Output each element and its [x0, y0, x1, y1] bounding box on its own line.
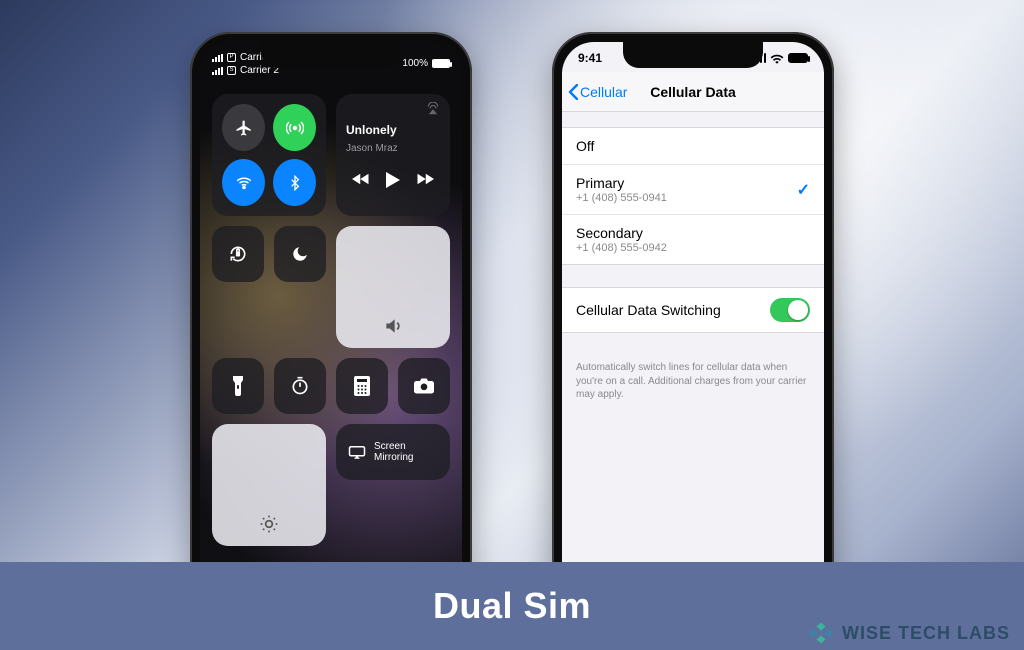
caption-text: Dual Sim	[433, 585, 591, 627]
signal-bars-icon	[212, 67, 223, 75]
phone-mock-settings: 9:41 Cellular	[552, 32, 834, 617]
brand-logo-icon	[808, 620, 834, 646]
checkmark-icon: ✓	[797, 180, 810, 200]
phone-mock-control-center: P Carrier LTE S Carrier 2 100%	[190, 32, 472, 617]
option-secondary[interactable]: Secondary +1 (408) 555-0942	[562, 215, 824, 264]
airplay-icon[interactable]	[426, 102, 440, 116]
now-playing-artist: Jason Mraz	[346, 143, 398, 154]
antenna-icon	[286, 119, 304, 137]
calculator-button[interactable]	[336, 358, 388, 414]
now-playing-title: Unlonely	[346, 123, 397, 137]
signal-bars-icon	[212, 54, 223, 62]
sim-badge-secondary: S	[227, 66, 236, 75]
bluetooth-toggle[interactable]	[273, 159, 316, 206]
battery-icon	[788, 53, 808, 63]
brand-watermark: WISE TECH LABS	[808, 620, 1010, 646]
sun-icon	[259, 514, 279, 534]
screen-mirroring-button[interactable]: Screen Mirroring	[336, 424, 450, 480]
status-time: 9:41	[578, 51, 602, 65]
airplane-mode-toggle[interactable]	[222, 104, 265, 151]
brand-text: WISE TECH LABS	[842, 623, 1010, 644]
wifi-toggle[interactable]	[222, 159, 265, 206]
rotation-lock-icon	[228, 244, 248, 264]
screen-mirroring-label: Screen Mirroring	[374, 441, 413, 463]
notch	[623, 42, 763, 68]
option-primary[interactable]: Primary +1 (408) 555-0941 ✓	[562, 165, 824, 215]
data-line-selector: Off Primary +1 (408) 555-0941 ✓ Secondar…	[562, 127, 824, 265]
option-off[interactable]: Off	[562, 128, 824, 165]
flashlight-button[interactable]	[212, 358, 264, 414]
flashlight-icon	[231, 376, 245, 396]
battery-percent-label: 100%	[402, 58, 428, 69]
option-off-label: Off	[576, 138, 594, 154]
nav-bar: Cellular Cellular Data	[562, 72, 824, 112]
notch	[261, 42, 401, 68]
timer-button[interactable]	[274, 358, 326, 414]
do-not-disturb-toggle[interactable]	[274, 226, 326, 282]
option-primary-label: Primary	[576, 175, 667, 191]
cellular-data-switching-label: Cellular Data Switching	[576, 302, 721, 318]
connectivity-platter[interactable]	[212, 94, 326, 216]
now-playing-platter[interactable]: Unlonely Jason Mraz	[336, 94, 450, 216]
next-track-button[interactable]	[416, 172, 434, 188]
option-primary-number: +1 (408) 555-0941	[576, 192, 667, 204]
play-button[interactable]	[386, 172, 400, 188]
timer-icon	[290, 376, 310, 396]
cellular-data-switching-row[interactable]: Cellular Data Switching	[562, 288, 824, 332]
brightness-slider[interactable]	[212, 424, 326, 546]
cellular-data-switching-toggle[interactable]	[770, 298, 810, 322]
moon-icon	[291, 245, 309, 263]
chevron-left-icon	[568, 84, 578, 100]
bluetooth-icon	[287, 175, 303, 191]
camera-button[interactable]	[398, 358, 450, 414]
option-secondary-number: +1 (408) 555-0942	[576, 242, 667, 254]
option-secondary-label: Secondary	[576, 225, 667, 241]
wifi-icon	[235, 174, 253, 192]
wifi-icon	[770, 53, 784, 64]
speaker-icon	[383, 316, 403, 336]
camera-icon	[414, 378, 434, 394]
switching-group: Cellular Data Switching	[562, 287, 824, 333]
cellular-data-toggle[interactable]	[273, 104, 316, 151]
back-label: Cellular	[580, 84, 627, 100]
airplane-icon	[235, 119, 253, 137]
screen-mirroring-icon	[348, 445, 366, 459]
battery-icon	[432, 59, 450, 68]
orientation-lock-toggle[interactable]	[212, 226, 264, 282]
nav-title: Cellular Data	[650, 84, 736, 100]
calculator-icon	[354, 376, 370, 396]
previous-track-button[interactable]	[352, 172, 370, 188]
back-button[interactable]: Cellular	[568, 84, 627, 100]
sim-badge-primary: P	[227, 53, 236, 62]
volume-slider[interactable]	[336, 226, 450, 348]
switching-footer-text: Automatically switch lines for cellular …	[562, 355, 824, 408]
promo-stage: P Carrier LTE S Carrier 2 100%	[0, 0, 1024, 650]
